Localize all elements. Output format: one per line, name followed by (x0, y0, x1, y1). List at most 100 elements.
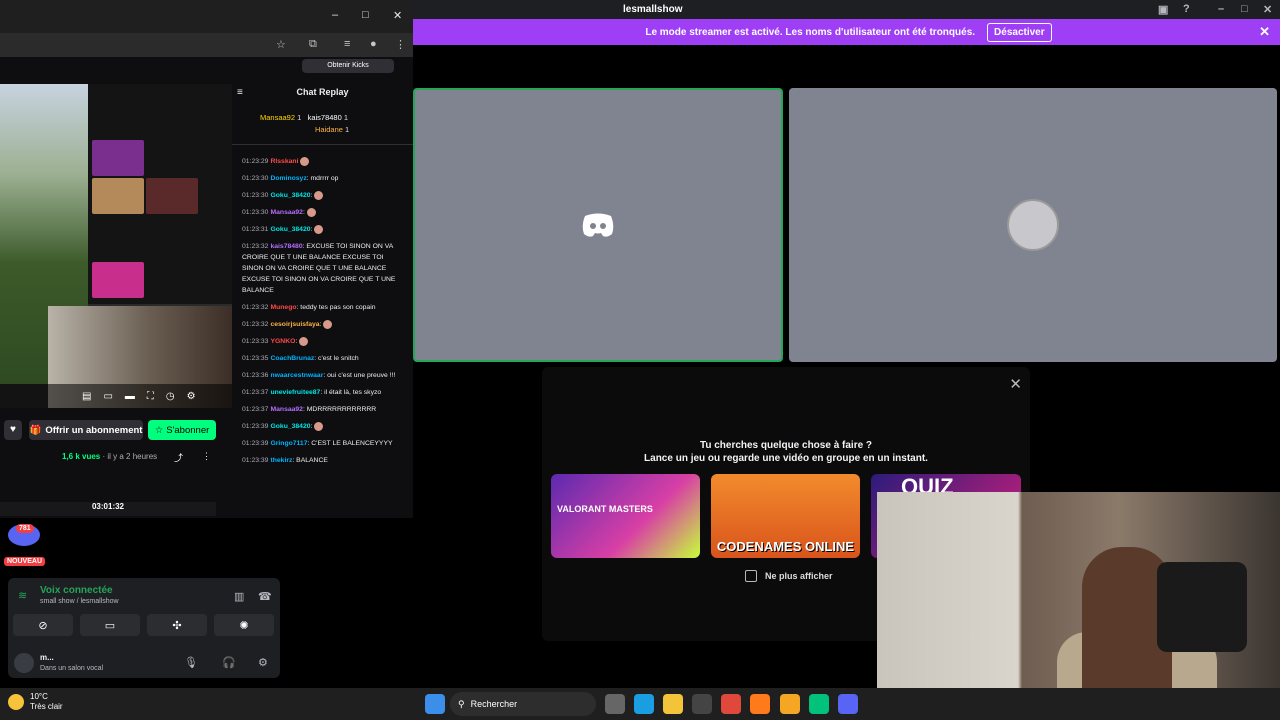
reading-list-icon[interactable]: ≡ (344, 38, 350, 50)
message-time: 01:23:32 (242, 321, 269, 328)
chat-message: 01:23:39 thekirz: BALANCE (242, 455, 406, 466)
bookmark-star-icon[interactable]: ☆ (276, 38, 286, 51)
clip-icon[interactable]: ▤ (82, 391, 91, 402)
message-user[interactable]: Goku_38420 (270, 192, 310, 199)
card-label: VALORANT MASTERS (557, 504, 653, 514)
discord-taskbar-icon[interactable] (838, 694, 858, 714)
vlc-icon[interactable] (780, 694, 800, 714)
chat-message: 01:23:37 uneviefruitee87: il était là, te… (242, 387, 406, 398)
mute-icon[interactable]: 🎙 (184, 656, 198, 669)
user-avatar[interactable] (14, 653, 34, 673)
fullscreen-icon[interactable]: ⛶ (147, 391, 154, 402)
emote-icon (314, 224, 324, 234)
maximize-icon[interactable]: □ (362, 9, 369, 21)
user-avatar (1007, 199, 1059, 251)
activities-button[interactable]: ✣ (147, 614, 207, 636)
activity-line1: Tu cherches quelque chose à faire ? (699, 440, 873, 451)
address-bar[interactable]: ☆ ⧉ ≡ ● ⋮ (0, 33, 413, 57)
voice-tile-user[interactable] (789, 88, 1277, 362)
message-user[interactable]: YGNKO (270, 338, 295, 345)
store-icon[interactable] (692, 694, 712, 714)
message-user[interactable]: Dominosyz (270, 175, 306, 182)
settings-icon[interactable]: ⚙ (187, 391, 196, 402)
subscribe-button[interactable]: ☆ S'abonner (148, 420, 216, 440)
message-time: 01:23:29 (242, 158, 269, 165)
disable-streamer-button[interactable]: Désactiver (987, 22, 1052, 42)
new-badge: NOUVEAU (4, 557, 46, 566)
message-user[interactable]: uneviefruitee87 (270, 389, 320, 396)
voice-channel[interactable]: small show / lesmallshow (40, 598, 119, 605)
message-user[interactable]: CoachBrunaz (270, 355, 314, 362)
message-user[interactable]: Munego (270, 304, 296, 311)
search-icon: ⚲ (458, 698, 465, 709)
message-user[interactable]: kais78480 (270, 243, 302, 250)
windows-start-icon[interactable] (425, 694, 445, 714)
message-time: 01:23:32 (242, 304, 269, 311)
dont-show-again[interactable]: Ne plus afficher (745, 570, 833, 582)
more-icon[interactable]: ⋮ (202, 451, 211, 462)
gift-sub-button[interactable]: 🎁 Offrir un abonnement (29, 420, 143, 440)
voice-tile-discord[interactable] (413, 88, 783, 362)
app-icon[interactable] (809, 694, 829, 714)
user-name[interactable]: m... (40, 653, 54, 662)
signal-icon[interactable]: ≋ (18, 589, 27, 602)
message-user[interactable]: Mansaa92 (270, 209, 303, 216)
message-user[interactable]: Rlsskani (270, 158, 298, 165)
settings-gear-icon[interactable]: ⚙ (258, 656, 268, 669)
message-time: 01:23:30 (242, 209, 269, 216)
task-view-icon[interactable] (605, 694, 625, 714)
mini-icon[interactable]: ▬ (125, 391, 135, 402)
message-text: : (310, 192, 313, 199)
search-label: Rechercher (470, 699, 518, 709)
minimize-icon[interactable]: – (332, 9, 338, 21)
profile-icon[interactable]: ● (370, 38, 377, 50)
message-user[interactable]: thekirz (270, 457, 292, 464)
user-panel: m... Dans un salon vocal 🎙 🎧 ⚙ (8, 648, 280, 678)
checkbox[interactable] (745, 570, 757, 582)
firefox-icon[interactable] (750, 694, 770, 714)
activity-card-valorant[interactable]: VALORANT MASTERS (551, 474, 700, 558)
chrome-icon[interactable] (721, 694, 741, 714)
message-user[interactable]: Gringo7117 (270, 440, 307, 447)
message-user[interactable]: cesoirjsuisfaya (270, 321, 319, 328)
screen-share-button[interactable]: ▭ (80, 614, 140, 636)
close-icon[interactable]: ✕ (393, 9, 402, 22)
close-icon[interactable]: ✕ (1263, 3, 1272, 16)
message-user[interactable]: nwaarcestnwaar (270, 372, 323, 379)
file-explorer-icon[interactable] (663, 694, 683, 714)
inbox-icon[interactable]: ▣ (1158, 3, 1168, 16)
activity-close-icon[interactable]: ✕ (1009, 375, 1022, 393)
podium-third[interactable]: Haidane (315, 125, 343, 134)
camera-off-button[interactable]: ⊘ (13, 614, 73, 636)
weather-widget[interactable]: 10°C Très clair (8, 692, 63, 712)
speed-icon[interactable]: ◷ (166, 391, 175, 402)
follow-heart-button[interactable]: ♥ (4, 420, 22, 440)
message-user[interactable]: Goku_38420 (270, 423, 310, 430)
menu-dots-icon[interactable]: ⋮ (395, 38, 406, 51)
extensions-icon[interactable]: ⧉ (309, 38, 317, 51)
emote-icon (314, 421, 324, 431)
soundboard-icon[interactable]: ▥ (234, 590, 244, 603)
discord-title-bar: lesmallshow ▣ ? – □ ✕ (413, 0, 1280, 19)
theatre-icon[interactable]: ▭ (103, 391, 112, 402)
message-user[interactable]: Mansaa92 (270, 406, 303, 413)
video-player[interactable]: ▤ ▭ ▬ ⛶ ◷ ⚙ (0, 84, 232, 408)
minimize-icon[interactable]: – (1218, 3, 1224, 15)
podium-second[interactable]: kais78480 (308, 113, 342, 122)
notification-badge: 781 (16, 524, 34, 533)
maximize-icon[interactable]: □ (1241, 3, 1248, 15)
soundboard-button[interactable]: ✺ (214, 614, 274, 636)
share-icon[interactable]: ⤴ (174, 451, 183, 464)
podium-first[interactable]: Mansaa92 (260, 113, 295, 122)
activity-card-codenames[interactable]: CODENAMES ONLINE (711, 474, 860, 558)
edge-icon[interactable] (634, 694, 654, 714)
banner-close-icon[interactable]: ✕ (1259, 24, 1270, 40)
disconnect-icon[interactable]: ☎ (258, 590, 272, 603)
timeline[interactable]: 03:01:32 (0, 502, 216, 516)
get-kicks-button[interactable]: Obtenir Kicks (302, 59, 394, 73)
help-icon[interactable]: ? (1183, 3, 1190, 15)
message-user[interactable]: Goku_38420 (270, 226, 310, 233)
search-box[interactable]: ⚲ Rechercher (450, 692, 596, 716)
voice-status[interactable]: Voix connectée (40, 585, 113, 596)
deafen-icon[interactable]: 🎧 (222, 656, 236, 669)
